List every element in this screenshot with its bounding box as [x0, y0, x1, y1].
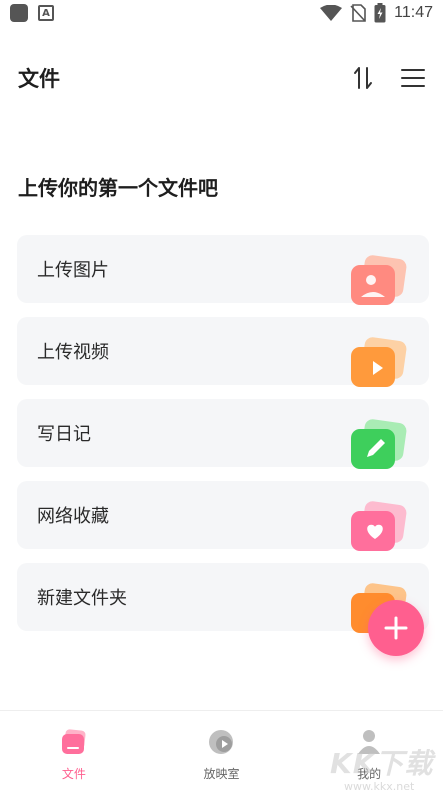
- nav-item-screening-room[interactable]: 放映室: [166, 727, 276, 782]
- write-diary-card[interactable]: 写日记: [17, 399, 429, 469]
- section-heading: 上传你的第一个文件吧: [18, 176, 218, 200]
- status-left: A: [10, 4, 54, 22]
- menu-icon: [401, 69, 425, 87]
- nav-label: 放映室: [203, 767, 240, 781]
- status-right: 11:47: [320, 3, 433, 23]
- upload-image-card[interactable]: 上传图片: [17, 235, 429, 305]
- menu-button[interactable]: [399, 64, 427, 92]
- image-icon: [351, 255, 407, 305]
- heart-icon: [351, 501, 407, 551]
- nav-item-files[interactable]: 文件: [19, 727, 129, 782]
- sort-button[interactable]: [349, 64, 377, 92]
- add-fab-button[interactable]: [368, 600, 424, 656]
- file-icon: [61, 729, 86, 754]
- new-folder-card[interactable]: 新建文件夹: [17, 563, 429, 633]
- status-time: 11:47: [394, 4, 433, 21]
- card-label: 上传图片: [37, 260, 109, 281]
- nav-label: 文件: [61, 767, 86, 781]
- upload-options-list: 上传图片 上传视频 写日记 网络收藏 新建文件夹: [17, 235, 429, 645]
- nav-item-mine[interactable]: 我的: [314, 727, 424, 782]
- pencil-icon: [351, 419, 407, 469]
- wifi-icon: [320, 5, 343, 21]
- card-label: 上传视频: [37, 342, 109, 363]
- no-sim-icon: [350, 4, 366, 22]
- video-icon: [351, 337, 407, 387]
- sort-icon: [354, 67, 372, 89]
- user-icon: [358, 730, 381, 754]
- card-label: 新建文件夹: [37, 588, 127, 609]
- card-label: 写日记: [37, 424, 91, 445]
- top-app-bar: 文件: [0, 56, 443, 100]
- battery-icon: [374, 3, 386, 23]
- app-notification-icon: [10, 4, 28, 22]
- a-notification-letter: A: [42, 7, 50, 19]
- upload-video-card[interactable]: 上传视频: [17, 317, 429, 387]
- header-actions: [349, 64, 427, 92]
- page-title: 文件: [18, 67, 60, 91]
- nav-icon-wrap: [59, 727, 89, 757]
- nav-icon-wrap: [354, 727, 384, 757]
- web-favorites-card[interactable]: 网络收藏: [17, 481, 429, 551]
- plus-icon: [384, 616, 408, 640]
- nav-label: 我的: [357, 767, 382, 781]
- card-label: 网络收藏: [37, 506, 109, 527]
- status-bar: A 11:47: [0, 0, 443, 26]
- a-notification-icon: A: [38, 5, 54, 21]
- bottom-navigation: 文件 放映室 我的: [0, 710, 443, 800]
- play-disc-icon: [209, 730, 234, 754]
- nav-icon-wrap: [206, 727, 236, 757]
